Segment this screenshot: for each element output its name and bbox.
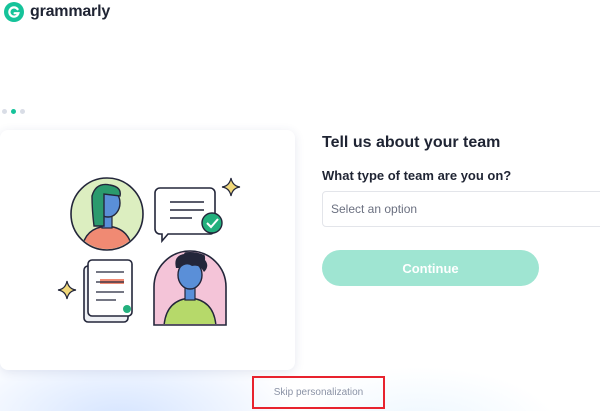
grammarly-logo-icon [4,2,24,22]
person-curly-hair-icon [153,250,227,326]
person-green-hair-icon [70,177,144,251]
progress-dot-active [11,109,16,114]
progress-dots [2,109,25,114]
progress-dot [2,109,7,114]
document-icon [83,259,133,323]
progress-dot [20,109,25,114]
skip-personalization-link[interactable]: Skip personalization [274,387,364,398]
team-type-select[interactable]: Select an option [322,191,600,227]
skip-highlight-box: Skip personalization [252,376,385,409]
brand-name: grammarly [30,3,111,20]
grammarly-logo[interactable]: grammarly [4,2,110,22]
continue-button[interactable]: Continue [322,250,539,286]
checkmark-icon [201,212,223,234]
page-title: Tell us about your team [322,134,501,151]
illustration-card [0,130,295,370]
select-placeholder: Select an option [331,202,418,216]
team-illustration [57,177,241,326]
team-type-question: What type of team are you on? [322,168,512,183]
